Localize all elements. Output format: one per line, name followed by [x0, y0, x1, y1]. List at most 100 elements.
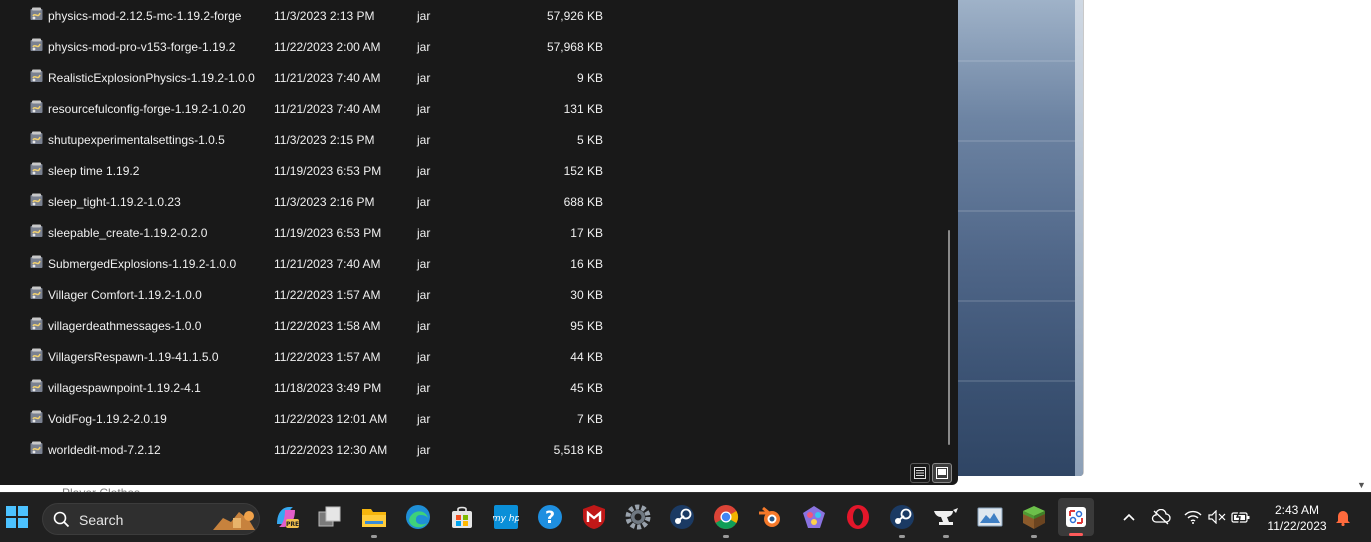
file-type: jar	[417, 381, 431, 395]
large-icons-view-button[interactable]	[932, 463, 952, 483]
taskbar: Search PRE my hp ? 2:43 AM 11/22/2023	[0, 492, 1371, 542]
file-date-modified: 11/18/2023 3:49 PM	[274, 381, 382, 395]
copilot-icon: PRE	[277, 507, 299, 528]
jar-file-icon	[30, 193, 43, 206]
myhp-button[interactable]: my hp	[490, 501, 522, 533]
notifications-button[interactable]	[1327, 501, 1359, 533]
page-scrollbar[interactable]: ▼	[1354, 0, 1371, 492]
paint-3d-button[interactable]	[798, 501, 830, 533]
file-date-modified: 11/22/2023 2:00 AM	[274, 40, 381, 54]
file-row[interactable]: VillagersRespawn-1.19-41.1.5.0 11/22/2023…	[0, 341, 945, 372]
jar-file-icon	[30, 317, 43, 330]
file-size: 16 KB	[570, 257, 603, 271]
opera-button[interactable]	[842, 501, 874, 533]
curseforge-button[interactable]	[930, 501, 962, 538]
start-button[interactable]	[1, 501, 33, 533]
file-type: jar	[417, 319, 431, 333]
minecraft-button[interactable]	[1018, 501, 1050, 538]
chrome-button[interactable]	[710, 501, 742, 538]
microsoft-store-button[interactable]	[446, 501, 478, 533]
task-view-button[interactable]	[314, 501, 346, 533]
show-hidden-icons-button[interactable]	[1113, 501, 1145, 533]
jar-file-icon	[30, 379, 43, 392]
tiles-view-icon	[936, 467, 948, 479]
file-row[interactable]: resourcefulconfig-forge-1.19.2-1.0.20 11/…	[0, 93, 945, 124]
cloud-status-button[interactable]	[1145, 501, 1177, 533]
file-row[interactable]: physics-mod-2.12.5-mc-1.19.2-forge 11/3/2…	[0, 0, 945, 31]
system-clock[interactable]: 2:43 AM 11/22/2023	[1258, 502, 1336, 534]
file-date-modified: 11/22/2023 12:30 AM	[274, 443, 388, 457]
battery-button[interactable]	[1225, 501, 1257, 533]
file-name: physics-mod-2.12.5-mc-1.19.2-forge	[48, 9, 242, 23]
file-size: 57,968 KB	[546, 40, 603, 54]
file-row[interactable]: RealisticExplosionPhysics-1.19.2-1.0.0 11…	[0, 62, 945, 93]
settings-button[interactable]	[622, 501, 654, 533]
file-row[interactable]: physics-mod-pro-v153-forge-1.19.2 11/22/2…	[0, 31, 945, 62]
clock-date: 11/22/2023	[1267, 519, 1327, 533]
jar-file-icon	[30, 131, 43, 144]
details-view-button[interactable]	[910, 463, 930, 483]
file-type: jar	[417, 40, 431, 54]
file-name: villagespawnpoint-1.19.2-4.1	[48, 381, 201, 395]
file-type: jar	[417, 288, 431, 302]
file-name: VoidFog-1.19.2-2.0.19	[48, 412, 167, 426]
jar-file-icon	[30, 7, 43, 20]
photos-button[interactable]	[974, 501, 1006, 533]
file-type: jar	[417, 71, 431, 85]
steam-button-2[interactable]	[886, 501, 918, 538]
taskbar-search-box[interactable]: Search	[42, 503, 260, 535]
edge-button[interactable]	[402, 501, 434, 533]
file-row[interactable]: worldedit-mod-7.2.12 11/22/2023 12:30 AM j…	[0, 434, 945, 465]
file-row[interactable]: SubmergedExplosions-1.19.2-1.0.0 11/21/20…	[0, 248, 945, 279]
file-size: 95 KB	[570, 319, 603, 333]
get-help-button[interactable]: ?	[534, 501, 566, 533]
minecraft-icon	[1023, 506, 1045, 529]
help-icon: ?	[538, 505, 562, 529]
file-row[interactable]: shutupexperimentalsettings-1.0.5 11/3/202…	[0, 124, 945, 155]
snipping-tool-icon	[1066, 507, 1086, 527]
file-name: shutupexperimentalsettings-1.0.5	[48, 133, 225, 147]
file-explorer-icon	[362, 509, 386, 527]
jar-file-icon	[30, 286, 43, 299]
file-row[interactable]: VoidFog-1.19.2-2.0.19 11/22/2023 12:01 AM…	[0, 403, 945, 434]
file-name: sleep time 1.19.2	[48, 164, 140, 178]
jar-file-icon	[30, 38, 43, 51]
blender-button[interactable]	[754, 501, 786, 533]
file-row[interactable]: villagerdeathmessages-1.0.0 11/22/2023 1:…	[0, 310, 945, 341]
file-type: jar	[417, 9, 431, 23]
vertical-scrollbar-thumb[interactable]	[948, 230, 950, 445]
snipping-tool-button[interactable]	[1058, 498, 1094, 536]
view-switcher	[910, 463, 952, 483]
file-type: jar	[417, 226, 431, 240]
background-window	[950, 0, 1084, 476]
file-explorer-button[interactable]	[358, 501, 390, 538]
file-type: jar	[417, 412, 431, 426]
file-type: jar	[417, 257, 431, 271]
chevron-up-icon	[1123, 513, 1135, 521]
windows-logo-icon	[6, 506, 28, 528]
file-size: 57,926 KB	[546, 9, 603, 23]
svg-text:?: ?	[545, 508, 555, 528]
file-date-modified: 11/3/2023 2:16 PM	[274, 195, 375, 209]
mcafee-button[interactable]	[578, 501, 610, 533]
steam-button[interactable]	[666, 501, 698, 533]
scroll-down-arrow-icon[interactable]: ▼	[1357, 480, 1366, 490]
wifi-icon	[1184, 510, 1202, 524]
paint-3d-icon	[803, 506, 825, 528]
file-date-modified: 11/3/2023 2:13 PM	[274, 9, 375, 23]
file-row[interactable]: sleep_tight-1.19.2-1.0.23 11/3/2023 2:16 …	[0, 186, 945, 217]
microsoft-store-icon	[452, 506, 472, 528]
file-name: RealisticExplosionPhysics-1.19.2-1.0.0	[48, 71, 255, 85]
svg-text:my hp: my hp	[493, 514, 519, 524]
file-row[interactable]: villagespawnpoint-1.19.2-4.1 11/18/2023 3…	[0, 372, 945, 403]
file-row[interactable]: sleepable_create-1.19.2-0.2.0 11/19/2023 …	[0, 217, 945, 248]
copilot-button[interactable]: PRE	[270, 501, 302, 533]
settings-icon	[625, 504, 651, 530]
file-name: physics-mod-pro-v153-forge-1.19.2	[48, 40, 236, 54]
file-row[interactable]: sleep time 1.19.2 11/19/2023 6:53 PM jar 15…	[0, 155, 945, 186]
steam-icon	[670, 505, 694, 529]
battery-charging-icon	[1231, 510, 1250, 524]
file-date-modified: 11/21/2023 7:40 AM	[274, 71, 381, 85]
file-row[interactable]: Villager Comfort-1.19.2-1.0.0 11/22/2023 …	[0, 279, 945, 310]
steam-icon-2	[890, 505, 914, 529]
